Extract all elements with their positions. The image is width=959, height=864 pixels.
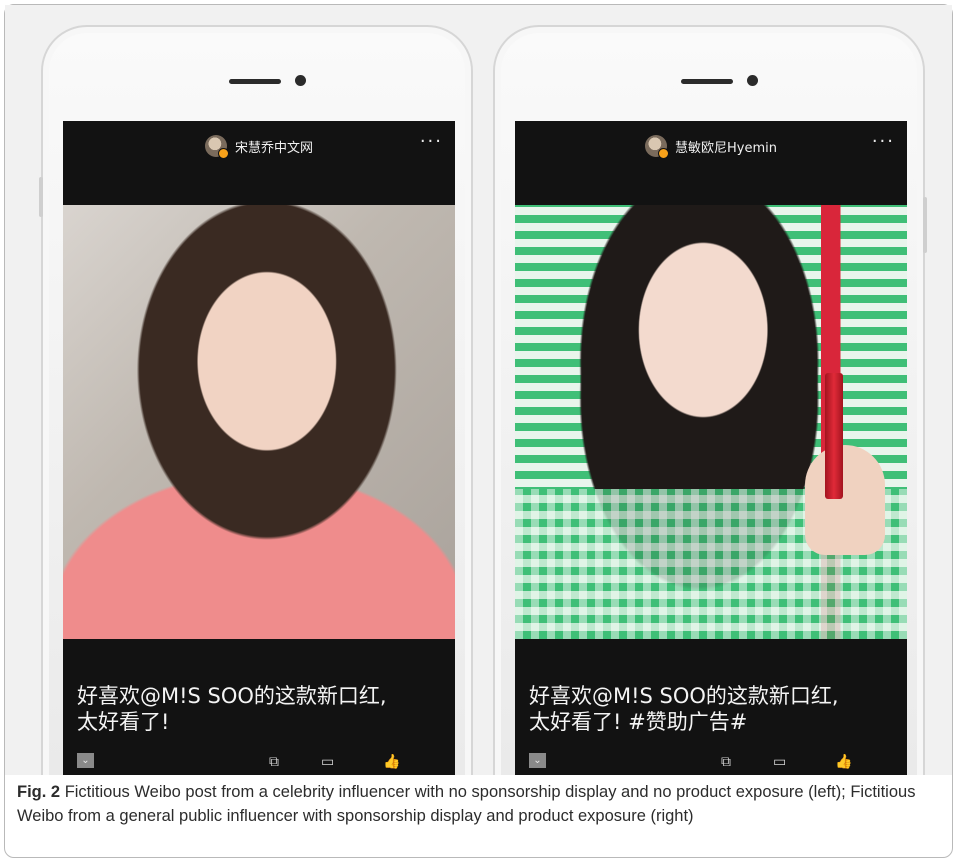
avatar[interactable] [204, 135, 229, 159]
post-actions: ⌄ ⧉ ▭ 👍 [63, 745, 455, 775]
share-icon[interactable]: ⧉ [721, 754, 731, 770]
phone-camera-icon [747, 75, 758, 86]
comment-icon[interactable]: ▭ [773, 754, 786, 770]
figure-photo: 宋慧乔中文网 ··· 好喜欢@M!S SOO的这款新口红, 太好看了! ⌄ ⧉ … [5, 5, 952, 775]
caption-line-2: 太好看了! [77, 710, 170, 734]
username[interactable]: 宋慧乔中文网 [235, 137, 313, 156]
post-image[interactable] [515, 205, 907, 639]
like-icon[interactable]: 👍 [835, 754, 852, 770]
more-options-icon[interactable]: ··· [420, 131, 443, 152]
phone-camera-icon [295, 75, 306, 86]
post-header: 慧敏欧尼Hyemin ··· [515, 121, 907, 205]
user-info[interactable]: 宋慧乔中文网 [63, 135, 455, 159]
share-icon[interactable]: ⧉ [269, 754, 279, 770]
post-actions: ⌄ ⧉ ▭ 👍 [515, 745, 907, 775]
hand [805, 445, 885, 555]
phone-side-button [923, 197, 927, 253]
figure-label: Fig. 2 [17, 783, 61, 801]
phone-speaker [229, 79, 281, 84]
avatar[interactable] [645, 135, 669, 159]
lipstick [825, 373, 843, 499]
figure-caption-text: Fictitious Weibo post from a celebrity i… [17, 783, 916, 825]
post-header: 宋慧乔中文网 ··· [63, 121, 455, 205]
phone-speaker [681, 79, 733, 84]
user-info[interactable]: 慧敏欧尼Hyemin [515, 135, 907, 159]
caption-line-1: 好喜欢@M!S SOO的这款新口红, [529, 684, 839, 708]
phone-right: 慧敏欧尼Hyemin ··· 好喜欢@M!S SOO的这款新口红, 太好看了! … [493, 25, 927, 775]
chevron-down-icon[interactable]: ⌄ [77, 753, 94, 768]
phone-left: 宋慧乔中文网 ··· 好喜欢@M!S SOO的这款新口红, 太好看了! ⌄ ⧉ … [39, 25, 473, 775]
caption-line-1: 好喜欢@M!S SOO的这款新口红, [77, 684, 387, 708]
username[interactable]: 慧敏欧尼Hyemin [675, 137, 777, 156]
post-caption: 好喜欢@M!S SOO的这款新口红, 太好看了! [63, 639, 455, 735]
like-icon[interactable]: 👍 [383, 754, 400, 770]
post-caption: 好喜欢@M!S SOO的这款新口红, 太好看了! #赞助广告# [515, 639, 907, 735]
more-options-icon[interactable]: ··· [872, 131, 895, 152]
comment-icon[interactable]: ▭ [321, 754, 334, 770]
post-image[interactable] [63, 205, 455, 639]
phone-screen-right: 慧敏欧尼Hyemin ··· 好喜欢@M!S SOO的这款新口红, 太好看了! … [515, 121, 907, 775]
phone-screen-left: 宋慧乔中文网 ··· 好喜欢@M!S SOO的这款新口红, 太好看了! ⌄ ⧉ … [63, 121, 455, 775]
phone-side-button [39, 177, 43, 217]
figure-caption: Fig. 2 Fictitious Weibo post from a cele… [17, 780, 937, 828]
chevron-down-icon[interactable]: ⌄ [529, 753, 546, 768]
caption-line-2: 太好看了! #赞助广告# [529, 710, 748, 734]
